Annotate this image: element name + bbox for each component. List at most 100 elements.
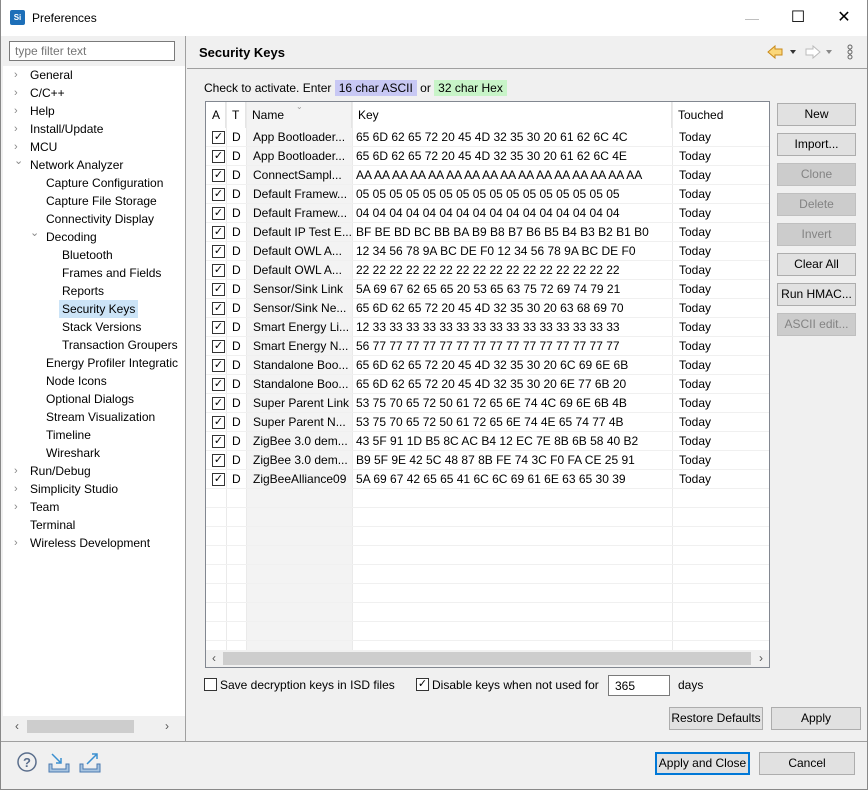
tree-item[interactable]: › Wireless Development [14, 534, 150, 552]
days-input[interactable] [608, 675, 670, 696]
active-checkbox[interactable]: ✓ [212, 321, 225, 334]
table-row[interactable]: ✓ D Default OWL A... 12 34 56 78 9A BC DE F… [206, 242, 769, 261]
scroll-left-icon[interactable]: ‹ [206, 650, 222, 667]
active-checkbox[interactable]: ✓ [212, 340, 225, 353]
minimize-button[interactable]: — [729, 0, 775, 36]
chevron-right-icon[interactable]: › [14, 102, 26, 120]
invert-button[interactable]: Invert [777, 223, 856, 246]
tree-item[interactable]: Reports [62, 282, 104, 300]
tree-item[interactable]: Capture Configuration [46, 174, 163, 192]
tree-item[interactable]: Node Icons [46, 372, 107, 390]
table-row[interactable]: ✓ D Default Framew... 04 04 04 04 04 04 04 … [206, 204, 769, 223]
forward-arrow-icon[interactable] [805, 44, 821, 60]
tree-item[interactable]: ⌄ Decoding [30, 227, 97, 246]
run-hmac-button[interactable]: Run HMAC... [777, 283, 856, 306]
active-checkbox[interactable]: ✓ [212, 397, 225, 410]
table-row[interactable]: ✓ D Default OWL A... 22 22 22 22 22 22 22 2… [206, 261, 769, 280]
disable-keys-checkbox[interactable]: ✓ [416, 678, 429, 692]
active-checkbox[interactable]: ✓ [212, 188, 225, 201]
chevron-down-icon[interactable]: ⌄ [30, 224, 42, 242]
clear-all-button[interactable]: Clear All [777, 253, 856, 276]
new-button[interactable]: New [777, 103, 856, 126]
disable-keys-option[interactable]: ✓ Disable keys when not used for [416, 677, 599, 693]
table-row[interactable]: ✓ D ConnectSampl... AA AA AA AA AA AA AA AA… [206, 166, 769, 185]
active-checkbox[interactable]: ✓ [212, 169, 225, 182]
tree-item[interactable]: › Install/Update [14, 120, 103, 138]
scrollbar-thumb[interactable] [27, 720, 134, 733]
maximize-button[interactable]: ☐ [775, 0, 821, 36]
table-row[interactable]: ✓ D Standalone Boo... 65 6D 62 65 72 20 45 … [206, 356, 769, 375]
import-button[interactable]: Import... [777, 133, 856, 156]
tree-item[interactable]: › General [14, 66, 73, 84]
tree-item[interactable]: Security Keys [59, 300, 139, 318]
table-row[interactable]: ✓ D App Bootloader... 65 6D 62 65 72 20 45 … [206, 128, 769, 147]
restore-defaults-button[interactable]: Restore Defaults [669, 707, 763, 730]
chevron-down-icon[interactable]: ⌄ [14, 152, 26, 170]
chevron-right-icon[interactable]: › [14, 480, 26, 498]
table-row[interactable]: ✓ D ZigBee 3.0 dem... B9 5F 9E 42 5C 48 87 … [206, 451, 769, 470]
tree-item[interactable]: › Simplicity Studio [14, 480, 118, 498]
tree-item[interactable]: Bluetooth [62, 246, 113, 264]
tree-item[interactable]: Frames and Fields [62, 264, 161, 282]
chevron-right-icon[interactable]: › [14, 120, 26, 138]
table-row[interactable]: ✓ D Smart Energy N... 56 77 77 77 77 77 77 … [206, 337, 769, 356]
tree-item[interactable]: Transaction Groupers [62, 336, 178, 354]
forward-dropdown-icon[interactable] [826, 50, 832, 54]
table-row[interactable]: ✓ D Default IP Test E... BF BE BD BC BB BA … [206, 223, 769, 242]
tree-item[interactable]: › C/C++ [14, 84, 65, 102]
back-arrow-icon[interactable] [767, 44, 783, 60]
chevron-right-icon[interactable]: › [14, 84, 26, 102]
chevron-right-icon[interactable]: › [14, 462, 26, 480]
ascii-edit-button[interactable]: ASCII edit... [777, 313, 856, 336]
view-menu-icon[interactable] [847, 44, 853, 60]
apply-button[interactable]: Apply [771, 707, 861, 730]
table-row[interactable]: ✓ D App Bootloader... 65 6D 62 65 72 20 45 … [206, 147, 769, 166]
help-icon[interactable]: ? [16, 750, 40, 774]
table-row[interactable]: ✓ D Sensor/Sink Ne... 65 6D 62 65 72 20 45 … [206, 299, 769, 318]
column-header-type[interactable]: T [226, 102, 246, 128]
table-row[interactable]: ✓ D Default Framew... 05 05 05 05 05 05 05 … [206, 185, 769, 204]
tree-item[interactable]: Energy Profiler Integratic [46, 354, 178, 372]
save-keys-option[interactable]: Save decryption keys in ISD files [204, 677, 395, 693]
table-row[interactable]: ✓ D ZigBee 3.0 dem... 43 5F 91 1D B5 8C AC … [206, 432, 769, 451]
column-header-active[interactable]: A [206, 102, 226, 128]
export-icon[interactable] [78, 750, 102, 774]
active-checkbox[interactable]: ✓ [212, 207, 225, 220]
tree-item[interactable]: Stream Visualization [46, 408, 155, 426]
tree-item[interactable]: Stack Versions [62, 318, 141, 336]
table-row[interactable]: ✓ D Super Parent N... 53 75 70 65 72 50 61 … [206, 413, 769, 432]
active-checkbox[interactable]: ✓ [212, 131, 225, 144]
scroll-left-icon[interactable]: ‹ [9, 718, 25, 735]
tree-item[interactable]: Terminal [30, 516, 75, 534]
back-dropdown-icon[interactable] [790, 50, 796, 54]
scroll-right-icon[interactable]: › [159, 718, 175, 735]
clone-button[interactable]: Clone [777, 163, 856, 186]
active-checkbox[interactable]: ✓ [212, 150, 225, 163]
column-header-touched[interactable]: Touched [672, 102, 769, 128]
tree-item[interactable]: Optional Dialogs [46, 390, 134, 408]
tree-item[interactable]: › MCU [14, 138, 57, 156]
table-row[interactable]: ✓ D Standalone Boo... 65 6D 62 65 72 20 45 … [206, 375, 769, 394]
tree-item[interactable]: Capture File Storage [46, 192, 157, 210]
apply-and-close-button[interactable]: Apply and Close [655, 752, 750, 775]
scrollbar-thumb[interactable] [223, 652, 751, 665]
table-row[interactable]: ✓ D Sensor/Sink Link 5A 69 67 62 65 65 20 5… [206, 280, 769, 299]
chevron-right-icon[interactable]: › [14, 534, 26, 552]
filter-input[interactable] [9, 41, 175, 61]
table-row[interactable]: ✓ D Super Parent Link 53 75 70 65 72 50 61 … [206, 394, 769, 413]
table-row[interactable]: ✓ D Smart Energy Li... 12 33 33 33 33 33 33… [206, 318, 769, 337]
active-checkbox[interactable]: ✓ [212, 416, 225, 429]
table-row[interactable]: ✓ D ZigBeeAlliance09 5A 69 67 42 65 65 41 6… [206, 470, 769, 489]
delete-button[interactable]: Delete [777, 193, 856, 216]
close-button[interactable]: ✕ [821, 0, 867, 36]
chevron-right-icon[interactable]: › [14, 498, 26, 516]
active-checkbox[interactable]: ✓ [212, 359, 225, 372]
active-checkbox[interactable]: ✓ [212, 378, 225, 391]
active-checkbox[interactable]: ✓ [212, 283, 225, 296]
pane-splitter[interactable] [185, 36, 186, 741]
tree-item[interactable]: Wireshark [46, 444, 100, 462]
tree-item[interactable]: › Help [14, 102, 55, 120]
save-keys-checkbox[interactable] [204, 678, 217, 692]
tree-item[interactable]: Connectivity Display [46, 210, 154, 228]
table-horizontal-scrollbar[interactable]: ‹ › [206, 650, 769, 667]
